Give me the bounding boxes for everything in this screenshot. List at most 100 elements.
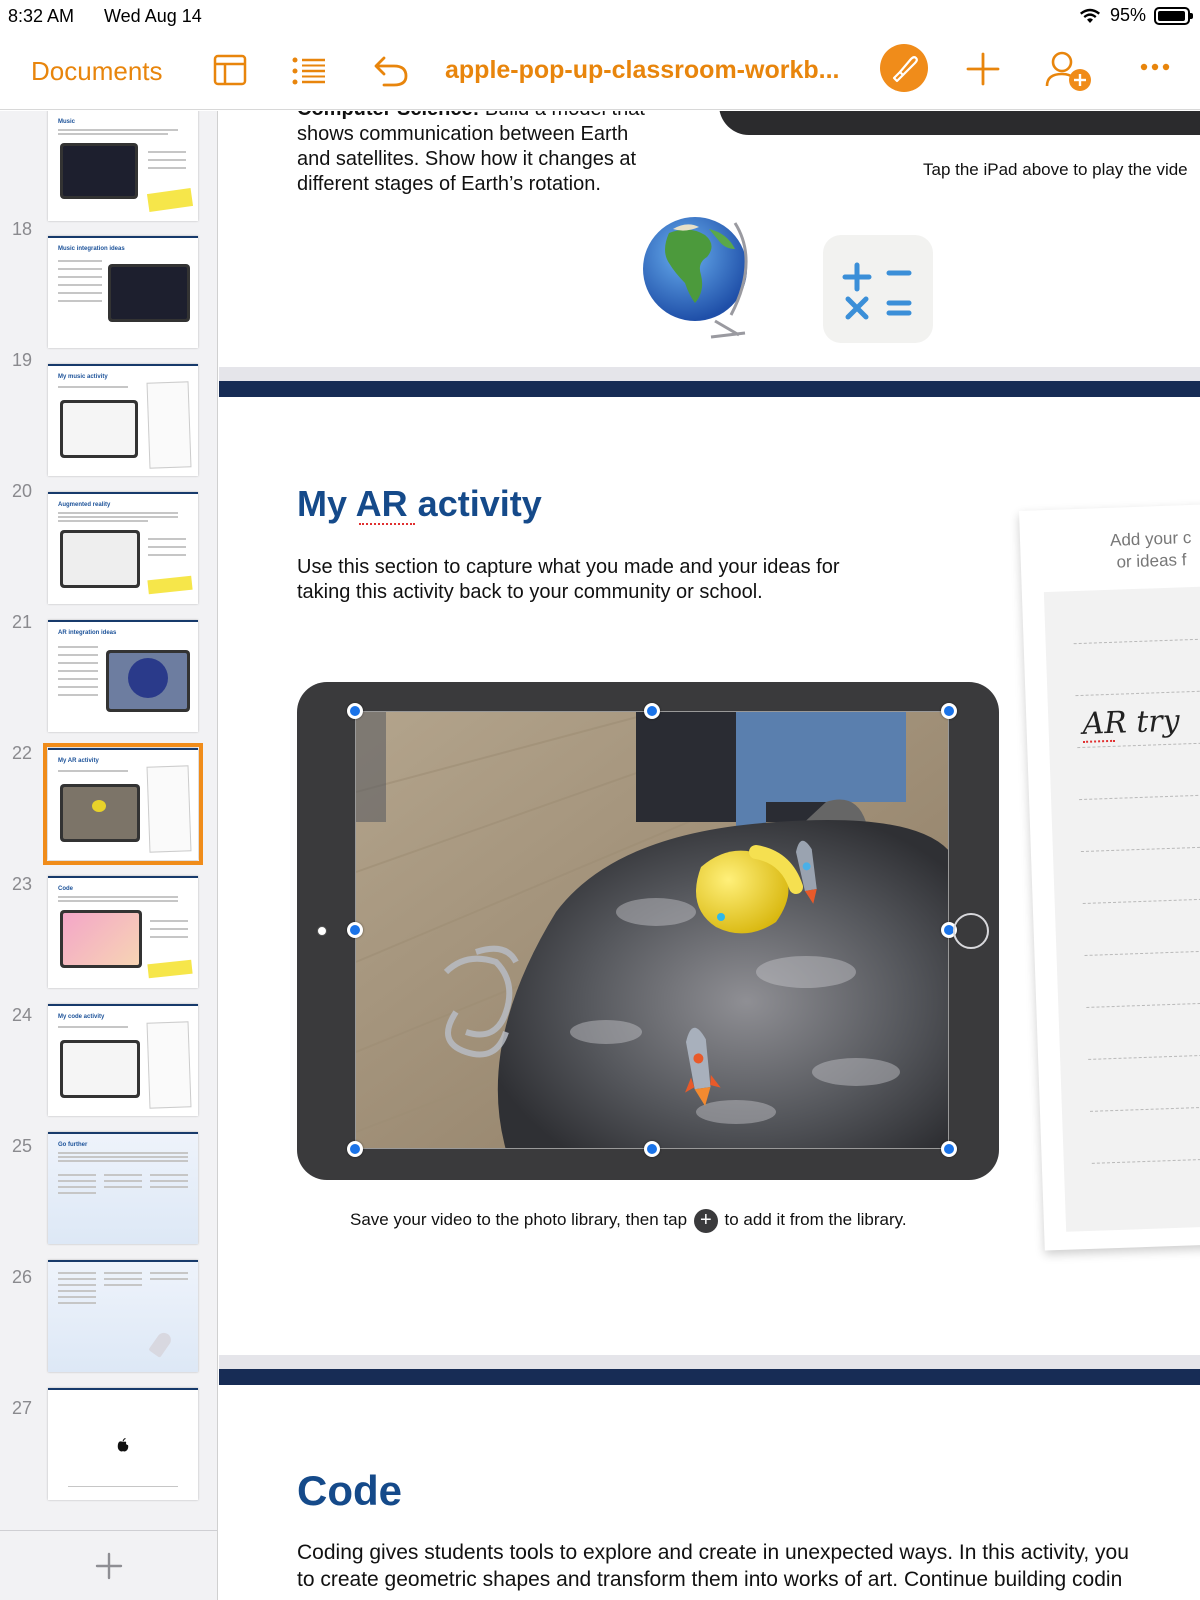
resize-handle-left[interactable] xyxy=(347,922,363,938)
slide-thumbnail-18[interactable]: Music 18 xyxy=(0,111,217,242)
computer-science-paragraph[interactable]: Computer Science: Build a model that sho… xyxy=(297,111,697,197)
list-icon[interactable] xyxy=(292,56,326,86)
page-divider xyxy=(219,1355,1200,1369)
slide-thumbnail-21[interactable]: Augmented reality 21 xyxy=(0,492,217,635)
thumbnail-image xyxy=(48,1388,198,1500)
slide-number: 20 xyxy=(12,481,33,501)
thumbnail-title: My music activity xyxy=(58,374,108,380)
text-line: to create geometric shapes and transform… xyxy=(297,1568,1123,1591)
handwritten-note[interactable]: AR try xyxy=(1082,704,1180,742)
thumbnail-image: Music xyxy=(48,111,198,221)
notes-prompt: Add your c or ideas f xyxy=(1110,527,1193,574)
text-line: taking this activity back to your commun… xyxy=(297,581,763,603)
globe-icon xyxy=(643,217,748,339)
bold-label: Computer Science: xyxy=(297,111,479,120)
slide-number: 27 xyxy=(12,1398,33,1418)
battery-percent: 95% xyxy=(1109,5,1146,25)
ar-photo[interactable] xyxy=(355,711,949,1149)
undo-icon[interactable] xyxy=(372,54,410,88)
code-heading[interactable]: Code xyxy=(297,1467,402,1515)
page-header-bar xyxy=(219,1369,1200,1385)
slide-thumbnail-19[interactable]: Music integration ideas 19 xyxy=(0,236,217,373)
page-divider xyxy=(219,367,1200,381)
thumbnail-title: Music xyxy=(58,119,76,125)
thumbnail-title: My code activity xyxy=(58,1014,105,1020)
add-media-icon: + xyxy=(693,1208,718,1233)
slide-number: 21 xyxy=(12,612,33,632)
resize-handle-top-right[interactable] xyxy=(941,703,957,719)
video-frame-bottom[interactable] xyxy=(719,111,1200,135)
thumbnail-title: Go further xyxy=(58,1142,88,1148)
slide-number: 18 xyxy=(12,219,33,239)
plus-icon xyxy=(95,1552,123,1579)
document-canvas[interactable]: Computer Science: Build a model that sho… xyxy=(219,111,1200,1600)
thumbnail-title: Augmented reality xyxy=(58,502,111,508)
video-caption: Tap the iPad above to play the vide xyxy=(923,160,1188,179)
status-date: Wed Aug 14 xyxy=(104,6,202,26)
thumbnail-image: My AR activity xyxy=(43,743,203,865)
thumbnail-title: AR integration ideas xyxy=(58,630,117,636)
thumbnail-image xyxy=(48,1260,198,1372)
document-title[interactable]: apple-pop-up-classroom-workb... xyxy=(445,56,839,85)
resize-handle-bottom-left[interactable] xyxy=(347,1141,363,1157)
thumbnail-image: Music integration ideas xyxy=(48,236,198,348)
thumbnail-image: Code xyxy=(48,876,198,988)
apple-logo-icon xyxy=(117,1438,129,1452)
slide-number: 22 xyxy=(12,743,33,763)
slide-number: 23 xyxy=(12,874,33,894)
status-bar: 8:32 AM Wed Aug 14 95% xyxy=(0,0,1200,34)
slide-number: 19 xyxy=(12,350,33,370)
toolbar: Documents apple-pop-up-classroom-workb..… xyxy=(0,34,1200,110)
spellcheck-underline xyxy=(359,523,415,525)
thumbnail-title: Code xyxy=(58,886,73,892)
documents-button[interactable]: Documents xyxy=(31,56,163,87)
page-header-bar xyxy=(219,381,1200,397)
resize-handle-bottom-right[interactable] xyxy=(941,1141,957,1157)
thumbnail-image: My music activity xyxy=(48,364,198,476)
paintbrush-icon xyxy=(892,56,918,83)
resize-handle-top[interactable] xyxy=(644,703,660,719)
more-icon[interactable] xyxy=(1140,62,1170,72)
slide-number: 26 xyxy=(12,1267,33,1287)
slide-number: 24 xyxy=(12,1005,33,1025)
plus-icon[interactable] xyxy=(966,52,1000,86)
resize-handle-top-left[interactable] xyxy=(347,703,363,719)
caption-text: to add it from the library. xyxy=(724,1210,907,1229)
save-video-caption: Save your video to the photo library, th… xyxy=(350,1207,907,1233)
format-button[interactable] xyxy=(880,44,928,92)
thumbnail-image: Augmented reality xyxy=(48,492,198,604)
text-line: different stages of Earth’s rotation. xyxy=(297,173,601,195)
resize-handle-bottom[interactable] xyxy=(644,1141,660,1157)
text-line: shows communication between Earth xyxy=(297,123,629,145)
slide-thumbnail-20[interactable]: My music activity 20 xyxy=(0,364,217,504)
ipad-home-button xyxy=(953,913,989,949)
add-slide-button[interactable] xyxy=(0,1530,217,1600)
battery-icon xyxy=(1154,6,1193,25)
thumbnail-title: My AR activity xyxy=(58,758,99,764)
code-description[interactable]: Coding gives students tools to explore a… xyxy=(297,1539,1197,1593)
ipad-side-button xyxy=(317,926,327,936)
thumbnail-image: My code activity xyxy=(48,1004,198,1116)
sidebar-icon[interactable] xyxy=(213,54,247,86)
ar-activity-description[interactable]: Use this section to capture what you mad… xyxy=(297,555,937,605)
caption-text: Save your video to the photo library, th… xyxy=(350,1210,688,1229)
notes-card[interactable]: Add your c or ideas f AR try xyxy=(1019,502,1200,1251)
math-symbols-icon xyxy=(823,235,933,343)
text-line: Coding gives students tools to explore a… xyxy=(297,1541,1129,1564)
thumbnail-image: AR integration ideas xyxy=(48,620,198,732)
ar-activity-heading[interactable]: My AR activity xyxy=(297,483,542,525)
wifi-icon xyxy=(1079,8,1100,23)
notes-area[interactable]: AR try xyxy=(1043,584,1200,1232)
slide-thumbnail-22[interactable]: AR integration ideas 22 xyxy=(0,620,217,766)
text-line: Build a model that xyxy=(479,111,645,120)
status-time: 8:32 AM xyxy=(8,6,75,26)
text-line: and satellites. Show how it changes at xyxy=(297,148,637,170)
text-line: Use this section to capture what you mad… xyxy=(297,556,840,578)
slide-navigator[interactable]: Music 18 Music integration ideas 19 My m… xyxy=(0,111,218,1600)
collaborate-icon[interactable] xyxy=(1044,48,1094,94)
text-line: or ideas f xyxy=(1116,550,1187,572)
thumbnail-title: Music integration ideas xyxy=(58,246,125,252)
slide-number: 25 xyxy=(12,1136,33,1156)
text-line: Add your c xyxy=(1109,528,1192,550)
spellcheck-underline xyxy=(1083,739,1116,743)
